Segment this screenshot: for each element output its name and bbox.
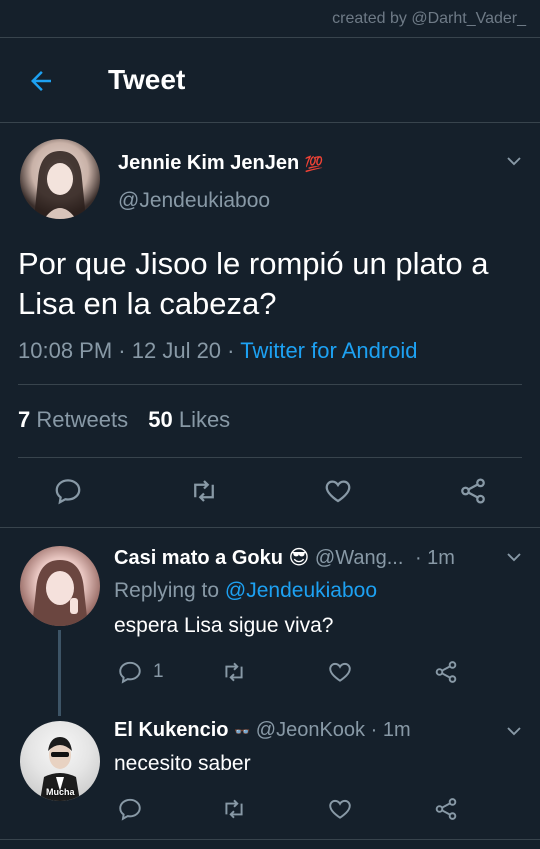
- chevron-down-icon[interactable]: [505, 722, 523, 740]
- glasses-emoji-icon: 👓: [234, 724, 251, 739]
- tweet-date: 12 Jul 20: [131, 338, 222, 363]
- replying-to-label: Replying to: [114, 579, 220, 602]
- avatar[interactable]: [20, 546, 100, 626]
- reply-icon[interactable]: [53, 476, 83, 506]
- tweet-time: 10:08 PM: [18, 338, 113, 363]
- retweet-icon[interactable]: [221, 796, 247, 822]
- retweet-icon[interactable]: [189, 476, 219, 506]
- chevron-down-icon[interactable]: [505, 548, 523, 566]
- thread-line: [58, 630, 61, 716]
- reply-count: 1: [153, 661, 164, 682]
- retweet-icon[interactable]: [221, 659, 247, 685]
- author-handle[interactable]: @Jendeukiaboo: [118, 189, 270, 213]
- reply-header: El Kukencio 👓 @JeonKook · 1m: [114, 719, 411, 742]
- tweet-text: Por que Jisoo le rompió un plato a Lisa …: [18, 244, 488, 324]
- retweets-count: 7: [18, 407, 31, 432]
- likes-stat[interactable]: 50 Likes: [148, 407, 230, 432]
- tweet-source-link[interactable]: Twitter for Android: [240, 338, 417, 363]
- share-icon[interactable]: [433, 659, 459, 685]
- share-icon[interactable]: [433, 796, 459, 822]
- reply-icon[interactable]: [117, 659, 143, 685]
- reply-text: necesito saber: [114, 752, 251, 775]
- avatar[interactable]: Mucha: [20, 721, 100, 801]
- divider: [0, 527, 540, 528]
- reply-time: · 1m: [414, 547, 455, 569]
- reply-author-name[interactable]: El Kukencio: [114, 719, 228, 741]
- reply-time: · 1m: [370, 719, 411, 741]
- back-arrow-icon[interactable]: [26, 66, 56, 96]
- reply-author-handle[interactable]: @Wang...: [315, 547, 403, 569]
- watermark: created by @Darht_Vader_: [332, 10, 526, 27]
- separator: ·: [118, 338, 126, 363]
- hundred-emoji-icon: 💯: [304, 156, 324, 173]
- chevron-down-icon[interactable]: [505, 152, 523, 170]
- header-divider: [0, 122, 540, 123]
- like-icon[interactable]: [323, 476, 353, 506]
- avatar-portrait-icon: [34, 151, 86, 219]
- avatar[interactable]: [20, 139, 100, 219]
- header: Tweet: [0, 38, 540, 122]
- replying-to: Replying to @Jendeukiaboo: [114, 579, 377, 603]
- divider: [18, 457, 522, 458]
- reply-author-handle[interactable]: @JeonKook: [256, 719, 365, 741]
- avatar-portrait-icon: [32, 560, 88, 626]
- sunglasses-emoji-icon: 😎: [288, 547, 310, 569]
- reply-text: espera Lisa sigue viva?: [114, 614, 334, 637]
- reply-icon[interactable]: [117, 796, 143, 822]
- author-name[interactable]: Jennie Kim JenJen 💯: [118, 152, 323, 175]
- divider: [0, 839, 540, 840]
- like-icon[interactable]: [327, 796, 353, 822]
- divider: [18, 384, 522, 385]
- share-icon[interactable]: [458, 476, 488, 506]
- likes-label: Likes: [178, 407, 231, 432]
- tweet-text-line: Lisa en la cabeza?: [18, 286, 277, 321]
- tweet-stats: 7 Retweets 50 Likes: [18, 407, 230, 433]
- page-title: Tweet: [108, 64, 186, 95]
- avatar-caption: Mucha: [46, 787, 75, 797]
- author-name-text[interactable]: Jennie Kim JenJen: [118, 152, 299, 174]
- replying-to-handle[interactable]: @Jendeukiaboo: [225, 579, 377, 602]
- reply-header: Casi mato a Goku 😎 @Wang... · 1m: [114, 545, 455, 570]
- separator: ·: [227, 338, 235, 363]
- likes-count: 50: [148, 407, 173, 432]
- retweets-label: Retweets: [36, 407, 129, 432]
- like-icon[interactable]: [327, 659, 353, 685]
- retweets-stat[interactable]: 7 Retweets: [18, 407, 134, 432]
- tweet-meta: 10:08 PM · 12 Jul 20 · Twitter for Andro…: [18, 338, 418, 364]
- tweet-text-line: Por que Jisoo le rompió un plato a: [18, 246, 489, 281]
- reply-author-name[interactable]: Casi mato a Goku: [114, 547, 283, 569]
